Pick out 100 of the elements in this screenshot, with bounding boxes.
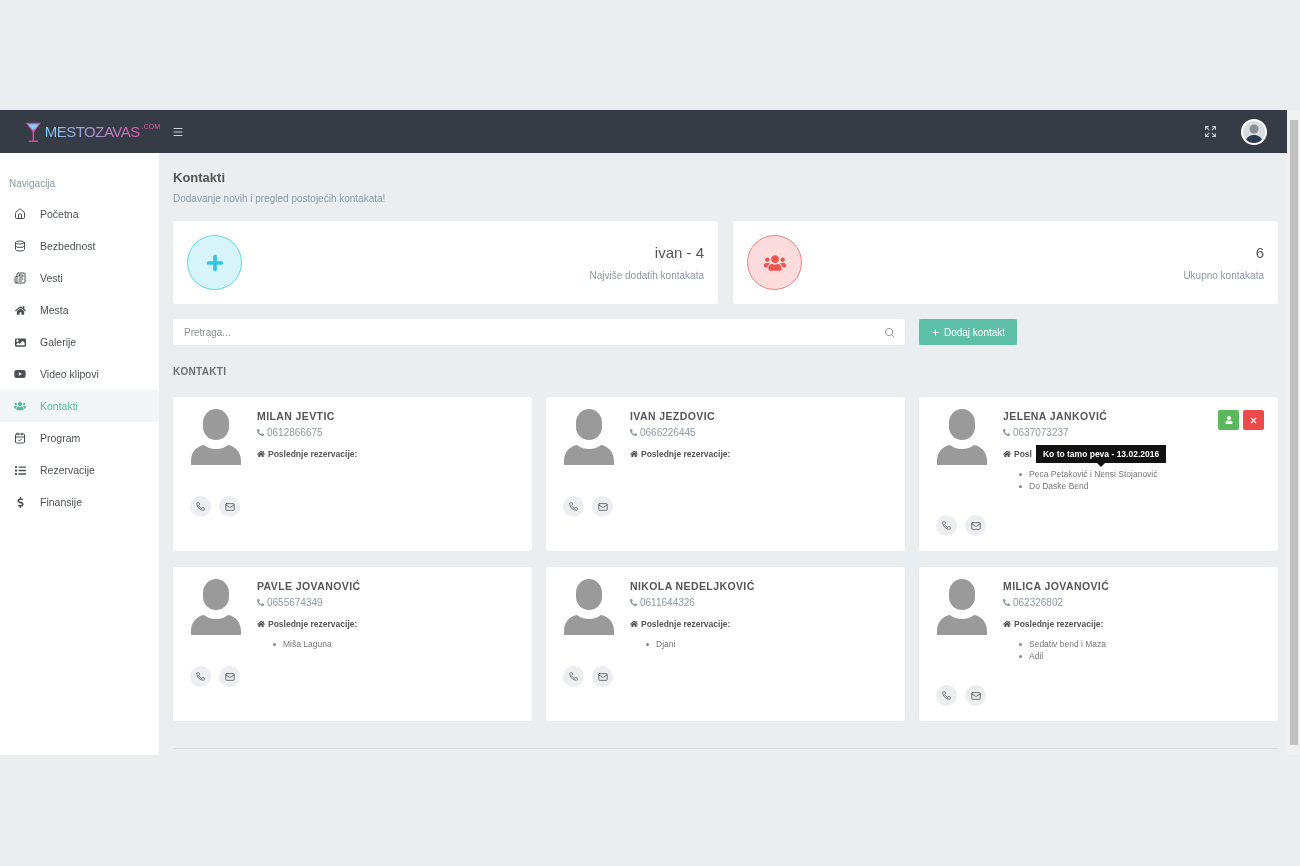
contact-name: JELENA JANKOVIĆ	[1003, 410, 1109, 422]
bullet-icon	[1019, 472, 1022, 476]
user-avatar[interactable]	[1241, 118, 1267, 145]
phone-icon	[569, 672, 578, 681]
phone-icon	[196, 502, 205, 511]
bullet-icon	[646, 642, 649, 646]
avatar-silhouette	[564, 409, 614, 465]
phone-icon	[569, 502, 578, 511]
scrollbar[interactable]	[1287, 110, 1300, 755]
plus-icon	[930, 327, 940, 337]
mail-icon	[224, 501, 235, 512]
call-button[interactable]	[563, 666, 584, 687]
contact-phone: 062326802	[1003, 597, 1110, 608]
reservations-label: Poslednje rezervacije:	[641, 449, 731, 459]
bullet-icon	[1019, 654, 1022, 658]
contact-name: IVAN JEZDOVIC	[630, 410, 716, 422]
email-button[interactable]	[592, 666, 613, 687]
stat-label: Najviše dodatih kontakata	[589, 270, 704, 281]
reservation-item: Do Daske Bend	[1029, 480, 1089, 492]
email-button[interactable]	[219, 496, 240, 517]
menu-icon[interactable]	[172, 125, 184, 138]
phone-icon	[1003, 429, 1010, 436]
contact-phone: 0666226445	[630, 427, 731, 438]
contact-phone: 0611644326	[630, 597, 755, 608]
reservation-item: Peca Petaković i Nensi Stojanović	[1029, 468, 1158, 480]
list-icon	[14, 464, 26, 476]
nav-item[interactable]: Mesta	[0, 294, 159, 326]
reservations-label: Poslednje rezervacije:	[641, 619, 731, 629]
stat-label: Ukupno kontakata	[1183, 270, 1264, 281]
email-button[interactable]	[965, 515, 986, 536]
page-title: Kontakti	[173, 170, 226, 185]
email-button[interactable]	[219, 666, 240, 687]
mail-icon	[597, 671, 608, 682]
bullet-icon	[1019, 642, 1022, 646]
mail-icon	[970, 690, 981, 701]
reservation-item: Adil	[1029, 650, 1044, 662]
phone-icon	[257, 429, 264, 436]
call-button[interactable]	[936, 685, 957, 706]
phone-icon	[942, 691, 951, 700]
page-subtitle: Dodavanje novih i pregled postojećih kontakata!	[173, 193, 387, 204]
call-button[interactable]	[190, 496, 211, 517]
house-icon	[1003, 450, 1011, 458]
stat-value: ivan - 4	[654, 244, 704, 261]
mail-icon	[970, 520, 981, 531]
stat-value: 6	[1255, 244, 1264, 261]
nav-item[interactable]: Video klipovi	[0, 358, 159, 390]
search-bar[interactable]: Pretraga...	[173, 319, 905, 345]
phone-icon	[1003, 599, 1010, 606]
nav-item[interactable]: Vesti	[0, 262, 159, 294]
phone-icon	[196, 672, 205, 681]
nav-item[interactable]: Program	[0, 422, 159, 454]
contact-name: NIKOLA NEDELJKOVIĆ	[630, 580, 755, 592]
mail-icon	[224, 671, 235, 682]
mail-icon	[597, 501, 608, 512]
house-icon	[1003, 620, 1011, 628]
bullet-icon	[1019, 484, 1022, 488]
bullet-icon	[273, 642, 276, 646]
search-icon	[884, 326, 895, 338]
newspaper-icon	[14, 272, 26, 284]
calendar-icon	[14, 432, 26, 444]
image-icon	[14, 336, 26, 348]
email-button[interactable]	[592, 496, 613, 517]
avatar-silhouette	[191, 409, 241, 465]
reservations-label: Poslednje rezervacije:	[1014, 619, 1104, 629]
house-icon	[14, 304, 26, 316]
close-icon	[1249, 415, 1258, 425]
avatar-silhouette	[191, 579, 241, 635]
nav-item[interactable]: Bezbednost	[0, 230, 159, 262]
phone-icon	[630, 429, 637, 436]
database-icon	[14, 240, 26, 252]
nav-item[interactable]: Finansije	[0, 486, 159, 518]
reservation-item: Sedativ bend i Maza	[1029, 638, 1107, 650]
reservation-item: Djani	[656, 638, 676, 650]
call-button[interactable]	[563, 496, 584, 517]
reservations-label: Poslednje rezervacije:	[268, 449, 358, 459]
nav-item[interactable]: Rezervacije	[0, 454, 159, 486]
avatar-silhouette	[937, 579, 987, 635]
nav-item[interactable]: Galerije	[0, 326, 159, 358]
nav-item[interactable]: Početna	[0, 198, 159, 230]
user-button[interactable]	[1218, 410, 1239, 430]
call-button[interactable]	[936, 515, 957, 536]
users-icon	[14, 400, 26, 412]
call-button[interactable]	[190, 666, 211, 687]
phone-icon	[257, 599, 264, 606]
user-icon	[1224, 416, 1233, 424]
phone-icon	[942, 521, 951, 530]
play-icon	[14, 368, 26, 380]
reservation-item: Miša Laguna	[283, 638, 332, 650]
section-title: KONTAKTI	[173, 366, 228, 377]
house-icon	[257, 450, 265, 458]
delete-button[interactable]	[1243, 410, 1264, 430]
avatar-silhouette	[564, 579, 614, 635]
house-icon	[630, 450, 638, 458]
house-icon	[257, 620, 265, 628]
contact-name: PAVLE JOVANOVIĆ	[257, 580, 361, 592]
home-icon	[14, 208, 26, 220]
email-button[interactable]	[965, 685, 986, 706]
contact-phone: 0655674349	[257, 597, 361, 608]
fullscreen-icon[interactable]	[1204, 125, 1217, 138]
reservations-label: Posl	[1014, 449, 1032, 459]
